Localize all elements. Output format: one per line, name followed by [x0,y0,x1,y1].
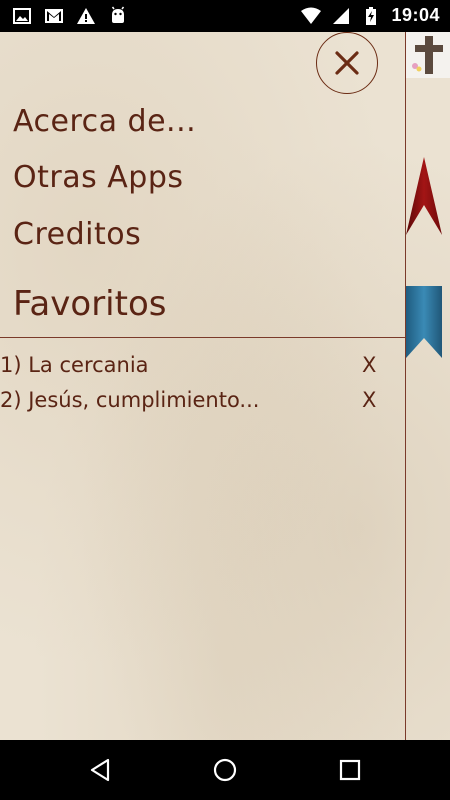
signal-icon [333,7,350,24]
notification-icons [12,6,128,26]
app-content: Acerca de... Otras Apps Creditos Favorit… [0,32,450,740]
content-behind-drawer [406,32,450,740]
divider [0,337,405,338]
home-icon[interactable] [210,755,240,785]
blue-bookmark-icon[interactable] [406,286,442,358]
cross-icon[interactable] [406,32,450,78]
close-icon [335,51,359,75]
warning-icon [77,8,95,24]
gmail-icon [45,9,63,23]
favorite-item: 1) La cercania X [0,353,390,385]
red-bookmark-icon[interactable] [406,157,442,237]
clock: 19:04 [391,5,440,25]
status-bar: 19:04 [0,0,450,32]
remove-favorite-button[interactable]: X [362,388,376,412]
favorite-label[interactable]: 2) Jesús, cumplimiento... [0,388,259,412]
menu-item-otras-apps[interactable]: Otras Apps [13,160,184,195]
system-icons: 19:04 [301,5,440,26]
image-icon [13,8,31,24]
recents-icon[interactable] [335,755,365,785]
back-icon[interactable] [86,755,116,785]
navigation-drawer: Acerca de... Otras Apps Creditos Favorit… [0,32,405,740]
favorite-item: 2) Jesús, cumplimiento... X [0,388,390,420]
battery-icon [366,6,377,25]
menu-item-creditos[interactable]: Creditos [13,217,141,252]
favorites-title: Favoritos [13,284,167,324]
android-icon [111,6,125,23]
navigation-bar [0,740,450,800]
menu-item-acerca[interactable]: Acerca de... [13,104,196,139]
remove-favorite-button[interactable]: X [362,353,376,377]
favorite-label[interactable]: 1) La cercania [0,353,149,377]
close-drawer-button[interactable] [316,32,378,94]
wifi-icon [301,7,322,24]
